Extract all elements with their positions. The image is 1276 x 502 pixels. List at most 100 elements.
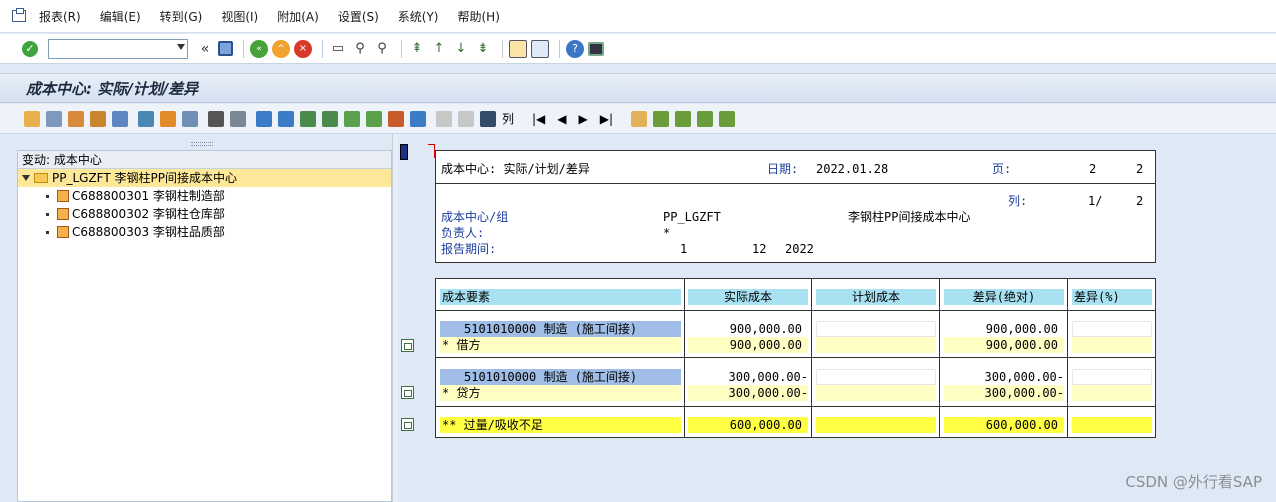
settings-icon[interactable]	[46, 110, 62, 127]
menu-extras[interactable]: 附加(A)	[277, 8, 319, 25]
date-value: 2022.01.28	[816, 162, 889, 176]
cell-variance-pct[interactable]	[1072, 369, 1152, 385]
menu-settings[interactable]: 设置(S)	[338, 8, 379, 25]
cell-plan[interactable]	[816, 321, 936, 337]
export-icon[interactable]	[138, 110, 154, 127]
standard-toolbar: ✓ « « ^ × ▭ ⚲ ⚲ ⇞ ↑ ↓ ⇟ ?	[0, 34, 1276, 64]
report-table: 成本要素 实际成本 计划成本 差异(绝对) 差异(%) 5101010000 制…	[435, 278, 1156, 438]
create-session-icon[interactable]	[509, 39, 527, 58]
menu-help[interactable]: 帮助(H)	[458, 8, 500, 25]
previous-page-icon[interactable]: ↑	[430, 40, 448, 58]
tree-up-icon[interactable]	[653, 110, 670, 127]
collapse-tree-icon[interactable]	[278, 110, 294, 127]
grid-icon[interactable]	[90, 110, 106, 127]
cursor-marker	[400, 144, 408, 160]
resize-grip[interactable]	[191, 142, 213, 146]
drilldown-icon[interactable]	[401, 386, 414, 399]
expand-arrow-icon[interactable]	[22, 175, 30, 181]
column-header-variance-abs[interactable]: 差异(绝对)	[944, 289, 1064, 305]
separator	[322, 39, 323, 58]
column-label[interactable]: 列	[502, 110, 514, 127]
period-label: 报告期间:	[441, 242, 497, 256]
cancel-icon[interactable]: ×	[294, 39, 312, 58]
details-icon[interactable]	[230, 110, 246, 127]
chevron-down-icon[interactable]	[177, 43, 185, 50]
cell-plan	[816, 417, 936, 433]
hierarchy-nav-icon[interactable]	[631, 110, 648, 127]
menu-icon[interactable]	[12, 8, 26, 22]
next-page-icon[interactable]: ↓	[452, 40, 470, 58]
exit-icon[interactable]: ^	[272, 39, 290, 58]
menu-system[interactable]: 系统(Y)	[398, 8, 439, 25]
column-header-variance-pct[interactable]: 差异(%)	[1072, 289, 1152, 305]
tree-node-label: C688800303 李钢柱品质部	[72, 225, 225, 239]
tree-down-icon[interactable]	[675, 110, 692, 127]
menu-report[interactable]: 报表(R)	[39, 8, 81, 25]
tree-node-c688800301[interactable]: C688800301 李钢柱制造部	[18, 187, 391, 205]
info-icon[interactable]	[112, 110, 128, 127]
menu-view[interactable]: 视图(I)	[221, 8, 258, 25]
menu-edit[interactable]: 编辑(E)	[100, 8, 141, 25]
command-field[interactable]	[48, 38, 188, 59]
expand-node-icon[interactable]	[300, 110, 316, 127]
next-column-icon[interactable]: ▶	[579, 112, 588, 126]
previous-column-icon[interactable]: ◀	[557, 112, 566, 126]
sort-ascending-icon[interactable]	[344, 110, 360, 127]
tree-root-node[interactable]: PP_LGZFT 李钢柱PP间接成本中心	[18, 169, 391, 187]
find-icon[interactable]: ⚲	[351, 40, 369, 58]
copy-icon[interactable]	[436, 110, 452, 127]
hierarchy-icon[interactable]	[24, 110, 40, 127]
collapse-icon[interactable]: «	[196, 40, 214, 58]
column-header-cost-element[interactable]: 成本要素	[440, 289, 681, 305]
application-toolbar: 列 |◀ ◀ ▶ ▶|	[0, 104, 1276, 134]
print-icon[interactable]: ▭	[329, 40, 347, 58]
last-column-icon[interactable]: ▶|	[600, 112, 613, 126]
cost-center-group-desc: 李钢柱PP间接成本中心	[848, 210, 971, 224]
column-separator	[939, 279, 940, 437]
column-header-plan[interactable]: 计划成本	[816, 289, 936, 305]
tree-right-icon[interactable]	[719, 110, 736, 127]
chart-icon[interactable]	[160, 110, 176, 127]
collapse-node-icon[interactable]	[322, 110, 338, 127]
last-page-icon[interactable]: ⇟	[474, 40, 492, 58]
paste-icon[interactable]	[458, 110, 474, 127]
menu-goto[interactable]: 转到(G)	[160, 8, 203, 25]
report-icon[interactable]	[68, 110, 84, 127]
cost-element-row[interactable]: 5101010000 制造 (施工间接)	[440, 321, 681, 337]
tree-node-c688800303[interactable]: C688800303 李钢柱品质部	[18, 223, 391, 241]
tree-node-c688800302[interactable]: C688800302 李钢柱仓库部	[18, 205, 391, 223]
first-page-icon[interactable]: ⇞	[408, 40, 426, 58]
column-separator	[811, 279, 812, 437]
column-separator	[1067, 279, 1068, 437]
period-year: 2022	[785, 242, 814, 256]
separator	[502, 39, 503, 58]
back-icon[interactable]: «	[250, 39, 268, 58]
drilldown-icon[interactable]	[401, 339, 414, 352]
cost-center-icon	[57, 190, 69, 202]
help-icon[interactable]: ?	[566, 39, 584, 58]
sort-descending-icon[interactable]	[366, 110, 382, 127]
cell-actual[interactable]: 300,000.00-	[688, 369, 808, 385]
save-icon[interactable]	[218, 41, 233, 56]
cell-variance[interactable]: 900,000.00	[944, 321, 1064, 337]
enter-check-icon[interactable]: ✓	[22, 40, 38, 57]
layout-icon[interactable]	[588, 41, 604, 56]
expand-icon[interactable]	[256, 110, 272, 127]
shortcut-icon[interactable]	[531, 39, 549, 58]
find-column-icon[interactable]	[480, 110, 496, 127]
column-header-actual[interactable]: 实际成本	[688, 289, 808, 305]
pane-splitter[interactable]	[392, 134, 398, 502]
cell-variance-pct[interactable]	[1072, 321, 1152, 337]
cell-plan[interactable]	[816, 369, 936, 385]
tree-left-icon[interactable]	[697, 110, 714, 127]
sum-icon[interactable]	[388, 110, 404, 127]
select-icon[interactable]	[208, 110, 224, 127]
drilldown-icon[interactable]	[401, 418, 414, 431]
find-next-icon[interactable]: ⚲	[373, 40, 391, 58]
cell-actual[interactable]: 900,000.00	[688, 321, 808, 337]
print-preview-icon[interactable]	[182, 110, 198, 127]
filter-icon[interactable]	[410, 110, 426, 127]
cost-element-row[interactable]: 5101010000 制造 (施工间接)	[440, 369, 681, 385]
first-column-icon[interactable]: |◀	[532, 112, 545, 126]
cell-variance[interactable]: 300,000.00-	[944, 369, 1064, 385]
